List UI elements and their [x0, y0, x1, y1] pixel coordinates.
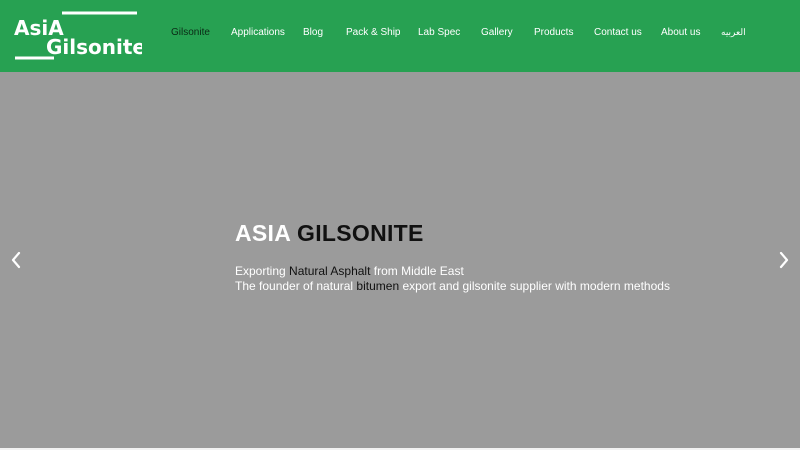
slider-next-button[interactable] — [776, 248, 792, 272]
nav-item-applications[interactable]: Applications — [231, 27, 285, 38]
nav-item-arabic[interactable]: العربیه — [721, 27, 746, 38]
nav-item-lab-spec[interactable]: Lab Spec — [418, 27, 460, 38]
hero-title: ASIA GILSONITE — [235, 220, 424, 247]
hero-line1-highlight: Natural Asphalt — [289, 264, 371, 278]
chevron-right-icon — [779, 251, 789, 269]
hero-title-part1: ASIA — [235, 220, 291, 246]
nav-item-about-us[interactable]: About us — [661, 27, 700, 38]
site-header: AsiA Gilsonite Gilsonite Applications Bl… — [0, 0, 800, 72]
hero-slider: ASIA GILSONITE Exporting Natural Asphalt… — [0, 72, 800, 448]
hero-line2-post: export and gilsonite supplier with moder… — [399, 279, 670, 293]
nav-item-blog[interactable]: Blog — [303, 27, 323, 38]
hero-line1-pre: Exporting — [235, 264, 290, 278]
nav-item-products[interactable]: Products — [534, 27, 573, 38]
nav-item-gilsonite[interactable]: Gilsonite — [171, 27, 210, 38]
hero-line1-post: from Middle East — [370, 264, 464, 278]
nav-item-contact-us[interactable]: Contact us — [594, 27, 642, 38]
hero-title-part2: GILSONITE — [297, 220, 424, 246]
hero-subtitle-line1: Exporting Natural Asphalt from Middle Ea… — [235, 264, 464, 278]
hero-subtitle-line2: The founder of natural bitumen export an… — [235, 279, 670, 293]
nav-item-pack-ship[interactable]: Pack & Ship — [346, 27, 400, 38]
nav-item-gallery[interactable]: Gallery — [481, 27, 513, 38]
logo-text-line2: Gilsonite — [46, 35, 142, 59]
slider-prev-button[interactable] — [8, 248, 24, 272]
asia-gilsonite-logo[interactable]: AsiA Gilsonite — [12, 10, 142, 62]
hero-line2-highlight: bitumen — [356, 279, 400, 293]
chevron-left-icon — [11, 251, 21, 269]
hero-line2-pre: The founder of natural — [235, 279, 357, 293]
